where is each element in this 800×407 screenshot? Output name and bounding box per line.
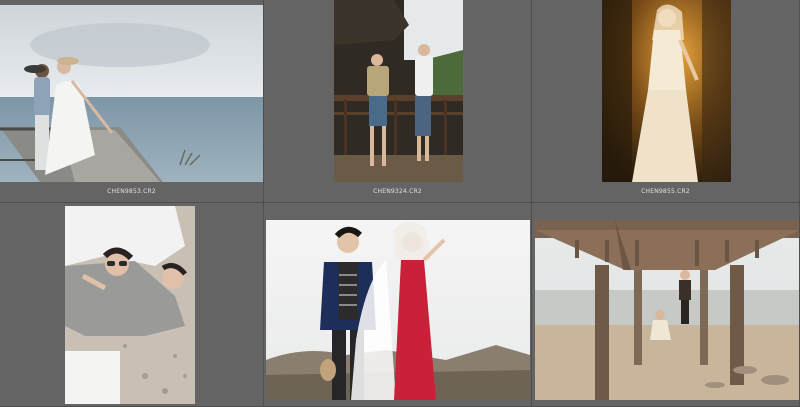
thumbnail-filename: CHEN9324.CR2 (373, 188, 422, 195)
thumbnail-filename: CHEN9855.CR2 (641, 188, 690, 195)
thumbnail-cell[interactable]: CHEN9855.CR2 (532, 0, 800, 203)
thumbnail-cell[interactable] (0, 203, 264, 407)
thumbnail-cell[interactable]: CHEN9853.CR2 (0, 0, 264, 203)
thumbnail-image[interactable] (334, 0, 463, 182)
thumbnail-image[interactable] (266, 220, 530, 400)
thumbnail-image[interactable] (535, 220, 799, 400)
thumbnail-image[interactable] (65, 206, 195, 404)
thumbnail-grid: CHEN9853.CR2 CHEN9324.CR2 CHEN9855.CR2 (0, 0, 800, 407)
thumbnail-cell[interactable] (264, 203, 532, 407)
thumbnail-image[interactable] (602, 0, 731, 182)
thumbnail-filename: CHEN9853.CR2 (107, 188, 156, 195)
thumbnail-image[interactable] (0, 5, 263, 182)
thumbnail-cell[interactable]: CHEN9324.CR2 (264, 0, 532, 203)
thumbnail-cell[interactable] (532, 203, 800, 407)
